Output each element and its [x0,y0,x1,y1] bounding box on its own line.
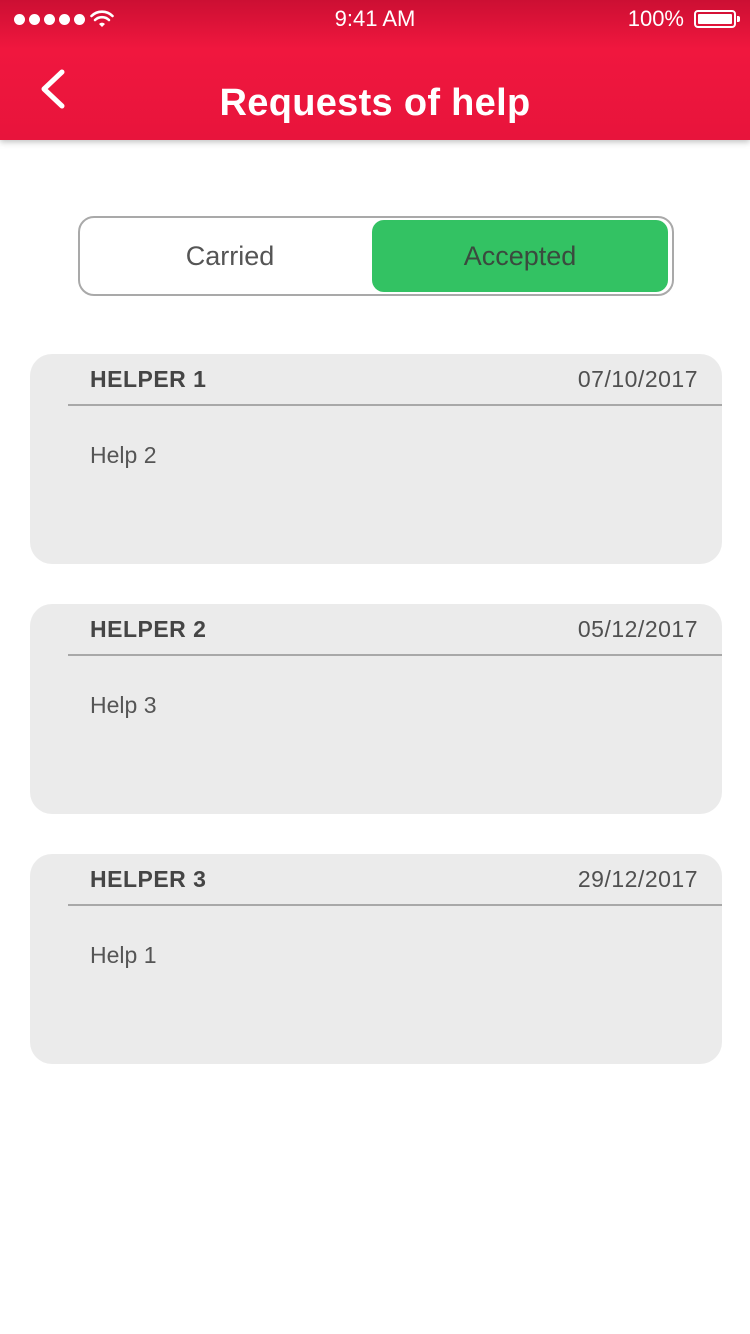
page-title: Requests of help [219,82,531,124]
card-divider [68,904,722,906]
request-date: 07/10/2017 [577,366,698,392]
request-date: 29/12/2017 [577,866,698,892]
card-divider [68,404,722,406]
tab-carried[interactable]: Carried [82,220,378,292]
segmented-control: Carried Accepted [78,216,674,296]
battery-percentage: 100% [627,6,684,31]
request-card[interactable]: HELPER 2 05/12/2017 Help 3 [30,604,722,814]
tab-accepted[interactable]: Accepted [372,220,668,292]
helper-name: HELPER 3 [90,866,207,892]
request-card[interactable]: HELPER 3 29/12/2017 Help 1 [30,854,722,1064]
card-divider [68,654,722,656]
request-description: Help 1 [90,942,157,968]
status-bar: 9:41 AM 100% [0,0,750,40]
request-description: Help 3 [90,692,157,718]
app-header: 9:41 AM 100% Requests of help [0,0,750,140]
request-card[interactable]: HELPER 1 07/10/2017 Help 2 [30,354,722,564]
request-date: 05/12/2017 [577,616,698,642]
helper-name: HELPER 2 [90,616,207,642]
request-description: Help 2 [90,442,157,468]
battery-icon [694,10,740,28]
helper-name: HELPER 1 [90,366,207,392]
